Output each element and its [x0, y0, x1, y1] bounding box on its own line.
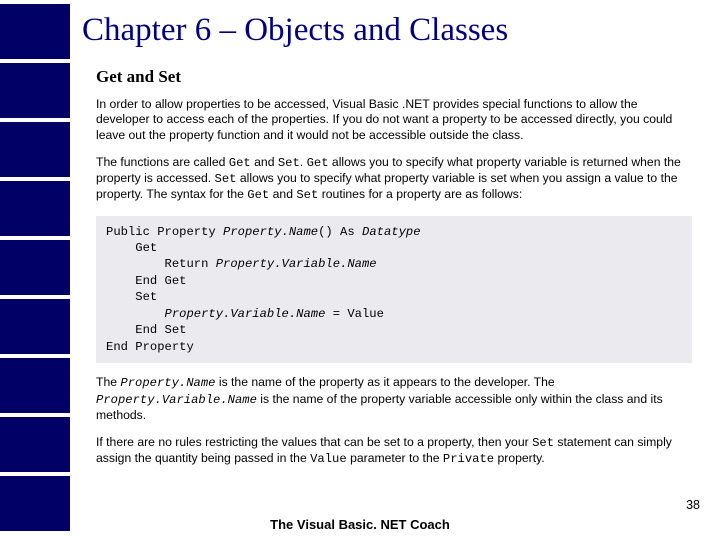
sidebar-block [0, 4, 70, 59]
code-inline: Property.Name [120, 376, 215, 390]
paragraph-2: The functions are called Get and Set. Ge… [96, 155, 692, 204]
code-inline: Private [443, 452, 494, 466]
paragraph-3: The Property.Name is the name of the pro… [96, 375, 692, 423]
text: property. [494, 451, 545, 465]
code-inline: Value [310, 452, 347, 466]
sidebar-block [0, 181, 70, 236]
code-line: Set [106, 290, 157, 304]
sidebar-block [0, 240, 70, 295]
code-block: Public Property Property.Name() As Datat… [96, 216, 692, 364]
section-title: Get and Set [96, 67, 700, 87]
sidebar-block [0, 417, 70, 472]
code-line: End Property [106, 340, 194, 354]
sidebar-block [0, 63, 70, 118]
code-line: Get [106, 241, 157, 255]
text: . [300, 155, 307, 169]
paragraph-1: In order to allow properties to be acces… [96, 97, 692, 143]
chapter-title: Chapter 6 – Objects and Classes [82, 12, 700, 49]
code-line: End Get [106, 274, 186, 288]
code-inline: Set [296, 188, 318, 202]
sidebar-block [0, 299, 70, 354]
decorative-sidebar [0, 0, 70, 540]
text: and [251, 155, 278, 169]
footer-title: The Visual Basic. NET Coach [0, 517, 720, 532]
code-line: Public Property Property.Name() As Datat… [106, 225, 421, 239]
code-line: End Set [106, 323, 186, 337]
text: is the name of the property as it appear… [215, 375, 554, 389]
slide-content: Chapter 6 – Objects and Classes Get and … [82, 0, 720, 468]
sidebar-block [0, 122, 70, 177]
paragraph-4: If there are no rules restricting the va… [96, 435, 692, 468]
code-line: Property.Variable.Name = Value [106, 307, 384, 321]
text: and [269, 187, 296, 201]
code-inline: Get [247, 188, 269, 202]
text: parameter to the [347, 451, 443, 465]
code-inline: Property.Variable.Name [96, 393, 257, 407]
code-inline: Get [307, 156, 329, 170]
code-inline: Get [229, 156, 251, 170]
code-line: Return Property.Variable.Name [106, 257, 377, 271]
text: routines for a property are as follows: [318, 187, 522, 201]
text: If there are no rules restricting the va… [96, 435, 532, 449]
code-inline: Set [532, 436, 554, 450]
sidebar-block [0, 358, 70, 413]
page-number: 38 [686, 498, 700, 512]
text: The functions are called [96, 155, 229, 169]
code-inline: Set [278, 156, 300, 170]
code-inline: Set [215, 172, 237, 186]
text: The [96, 375, 120, 389]
